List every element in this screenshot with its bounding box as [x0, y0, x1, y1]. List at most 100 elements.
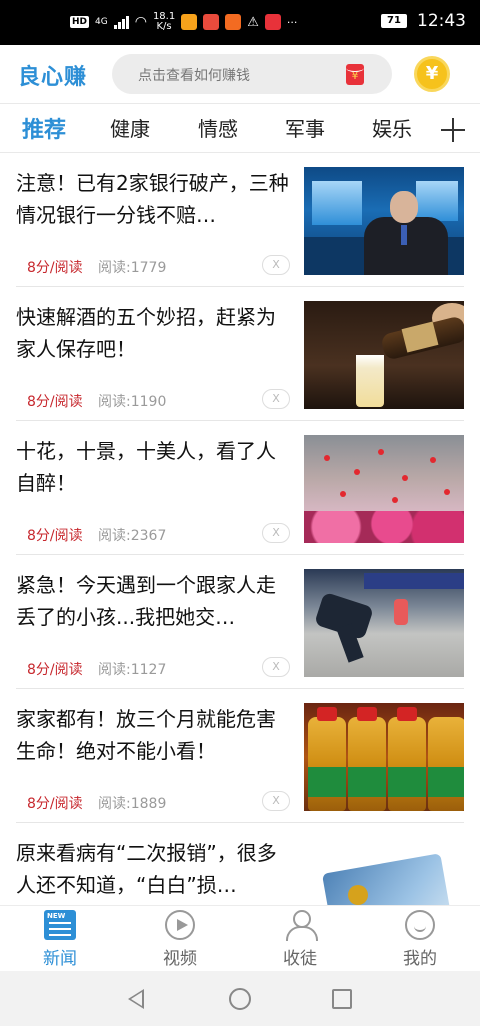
tab-health[interactable]: 健康: [110, 113, 150, 142]
nav-label: 我的: [403, 949, 437, 969]
thumb-detail: [321, 853, 455, 905]
red-packet-symbol: ¥: [351, 69, 359, 82]
thumb-detail: [390, 191, 418, 223]
thumb-detail: [49, 928, 71, 930]
app-notification-icon: [225, 14, 242, 30]
reward-label: 8分/阅读: [27, 796, 83, 812]
signal-icon: [113, 15, 129, 29]
thumb-detail: [416, 181, 458, 221]
list-item[interactable]: 十花，十景，十美人，看了人自醉！ 8分/阅读 阅读:2367 X: [0, 421, 480, 555]
people-icon: [284, 910, 318, 941]
article-thumbnail[interactable]: [304, 167, 464, 275]
news-icon: NEW: [44, 910, 76, 940]
article-list: 注意！已有2家银行破产，三种情况银行一分钱不赔… 8分/阅读 阅读:1779 X…: [0, 153, 480, 905]
article-title[interactable]: 原来看病有“二次报销”，很多人还不知道，“白白”损…: [16, 837, 292, 901]
news-icon-text: NEW: [47, 912, 66, 920]
red-packet-icon[interactable]: ¥: [346, 64, 364, 85]
read-count: 阅读:2367: [98, 528, 167, 544]
video-play-icon: [165, 910, 195, 940]
article-thumbnail[interactable]: [304, 703, 464, 811]
network-type: 4G: [95, 17, 108, 27]
thumb-detail: [402, 475, 408, 481]
thumb-detail: [354, 469, 360, 475]
dismiss-button[interactable]: X: [262, 255, 290, 275]
app-root: HD 4G ◠ 18.1 K/s ⚠ ··· 71 12:43 良心赚 点击查看如…: [0, 0, 480, 1026]
clock: 12:43: [417, 11, 466, 31]
thumb-detail: [357, 707, 377, 721]
dismiss-button[interactable]: X: [262, 389, 290, 409]
wifi-icon: ◠: [134, 14, 147, 30]
reward-label: 8分/阅读: [27, 260, 83, 276]
battery-icon: 71: [381, 14, 407, 28]
nav-label: 视频: [163, 949, 197, 969]
thumb-detail: [401, 225, 407, 245]
article-title[interactable]: 十花，十景，十美人，看了人自醉！: [16, 435, 292, 499]
article-thumbnail[interactable]: [304, 569, 464, 677]
search-placeholder: 点击查看如何赚钱: [138, 68, 250, 84]
tab-emotion[interactable]: 情感: [198, 113, 238, 142]
thumb-detail: [378, 449, 384, 455]
article-thumbnail[interactable]: [304, 435, 464, 543]
article-title[interactable]: 快速解酒的五个妙招，赶紧为家人保存吧！: [16, 301, 292, 365]
app-header: 良心赚 点击查看如何赚钱 ¥ ¥: [0, 45, 480, 103]
tab-recommend[interactable]: 推荐: [22, 112, 66, 144]
home-icon[interactable]: [229, 988, 251, 1010]
more-notifications-icon: ···: [286, 15, 298, 29]
list-item[interactable]: 紧急！今天遇到一个跟家人走丢了的小孩...我把她交… 8分/阅读 阅读:1127…: [0, 555, 480, 689]
thumb-detail: [428, 767, 464, 797]
thumb-detail: [324, 455, 330, 461]
thumb-detail: [394, 599, 408, 625]
dismiss-button[interactable]: X: [262, 791, 290, 811]
bottom-nav: NEW 新闻 视频 收徒 我的: [0, 905, 480, 971]
back-icon[interactable]: [128, 989, 144, 1009]
nav-video[interactable]: 视频: [120, 906, 240, 972]
article-title[interactable]: 家家都有！放三个月就能危害生命！绝对不能小看！: [16, 703, 292, 767]
nav-label: 新闻: [43, 949, 77, 969]
article-title[interactable]: 紧急！今天遇到一个跟家人走丢了的小孩...我把她交…: [16, 569, 292, 633]
nav-news[interactable]: NEW 新闻: [0, 906, 120, 972]
thumb-detail: [348, 885, 368, 905]
dismiss-button[interactable]: X: [262, 657, 290, 677]
network-speed: 18.1 K/s: [153, 12, 175, 32]
recent-apps-icon[interactable]: [332, 989, 352, 1009]
read-count: 阅读:1127: [98, 662, 167, 678]
thumb-detail: [304, 511, 464, 543]
search-bar[interactable]: 点击查看如何赚钱 ¥: [112, 54, 392, 94]
system-nav-bar: [0, 971, 480, 1026]
nav-apprentice[interactable]: 收徒: [240, 906, 360, 972]
nav-label: 收徒: [283, 949, 317, 969]
reward-label: 8分/阅读: [27, 662, 83, 678]
nav-me[interactable]: 我的: [360, 906, 480, 972]
list-item[interactable]: 快速解酒的五个妙招，赶紧为家人保存吧！ 8分/阅读 阅读:1190 X: [0, 287, 480, 421]
thumb-detail: [340, 491, 346, 497]
thumb-detail: [356, 355, 384, 407]
category-tabs: 推荐 健康 情感 军事 娱乐: [0, 103, 480, 153]
thumb-detail: [388, 767, 426, 797]
thumb-detail: [444, 489, 450, 495]
read-count: 阅读:1190: [98, 394, 167, 410]
app-notification-icon: [264, 14, 281, 30]
list-item[interactable]: 家家都有！放三个月就能危害生命！绝对不能小看！ 8分/阅读 阅读:1889 X: [0, 689, 480, 823]
thumb-detail: [317, 707, 337, 721]
coin-icon[interactable]: ¥: [414, 56, 450, 92]
dismiss-button[interactable]: X: [262, 523, 290, 543]
reward-label: 8分/阅读: [27, 528, 83, 544]
article-thumbnail[interactable]: [304, 301, 464, 409]
add-channel-icon[interactable]: [440, 117, 466, 143]
status-bar: HD 4G ◠ 18.1 K/s ⚠ ··· 71 12:43: [0, 0, 480, 45]
list-item[interactable]: 注意！已有2家银行破产，三种情况银行一分钱不赔… 8分/阅读 阅读:1779 X: [0, 153, 480, 287]
status-right: 71 12:43: [381, 11, 466, 31]
article-title[interactable]: 注意！已有2家银行破产，三种情况银行一分钱不赔…: [16, 167, 292, 231]
warning-icon: ⚠: [247, 14, 259, 30]
tab-entertainment[interactable]: 娱乐: [372, 113, 412, 142]
hd-indicator: HD: [70, 16, 90, 28]
thumb-detail: [392, 497, 398, 503]
article-thumbnail[interactable]: [304, 837, 464, 905]
smile-face-icon: [405, 910, 435, 940]
read-count: 阅读:1889: [98, 796, 167, 812]
thumb-detail: [49, 922, 71, 924]
thumb-detail: [308, 767, 346, 797]
tab-military[interactable]: 军事: [285, 113, 325, 142]
thumb-detail: [312, 181, 362, 225]
list-item[interactable]: 原来看病有“二次报销”，很多人还不知道，“白白”损…: [0, 823, 480, 905]
